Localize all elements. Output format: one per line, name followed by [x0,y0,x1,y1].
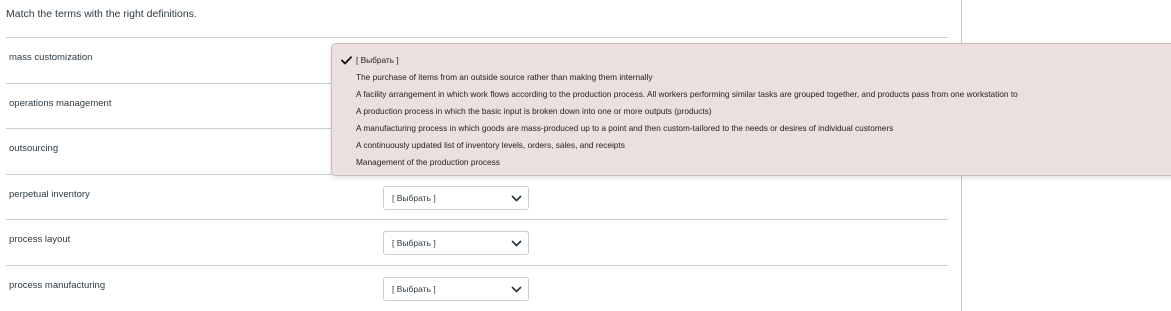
dropdown-option[interactable]: A facility arrangement in which work flo… [356,89,1018,99]
definition-select[interactable]: [ Выбрать ] [383,276,529,301]
dropdown-option-placeholder[interactable]: [ Выбрать ] [356,55,399,65]
dropdown-option[interactable]: A production process in which the basic … [356,106,712,116]
dropdown-option[interactable]: A manufacturing process in which goods a… [356,123,893,133]
chevron-down-icon [511,286,522,292]
check-icon [341,56,352,65]
dropdown-option[interactable]: A continuously updated list of inventory… [356,140,625,150]
definition-select[interactable]: [ Выбрать ] [383,231,529,255]
question-prompt: Match the terms with the right definitio… [6,8,197,20]
term-label: mass customization [9,52,93,63]
match-row-process-manufacturing: process manufacturing [ Выбрать ] [6,264,948,311]
select-value: [ Выбрать ] [392,238,436,248]
select-value: [ Выбрать ] [392,192,436,203]
dropdown-option[interactable]: The purchase of items from an outside so… [356,72,653,82]
term-label: operations management [9,97,112,109]
term-label: process manufacturing [9,279,106,291]
select-value: [ Выбрать ] [392,283,436,294]
term-label: perpetual inventory [9,188,90,200]
chevron-down-icon [511,195,522,201]
definition-dropdown-menu: [ Выбрать ] The purchase of items from a… [331,43,1171,176]
term-label: outsourcing [9,143,59,154]
term-label: process layout [9,234,71,245]
dropdown-option[interactable]: Management of the production process [356,157,500,167]
match-row-perpetual-inventory: perpetual inventory [ Выбрать ] [6,173,948,220]
definition-select[interactable]: [ Выбрать ] [383,185,529,210]
chevron-down-icon [511,240,522,247]
match-row-process-layout: process layout [ Выбрать ] [6,219,948,265]
